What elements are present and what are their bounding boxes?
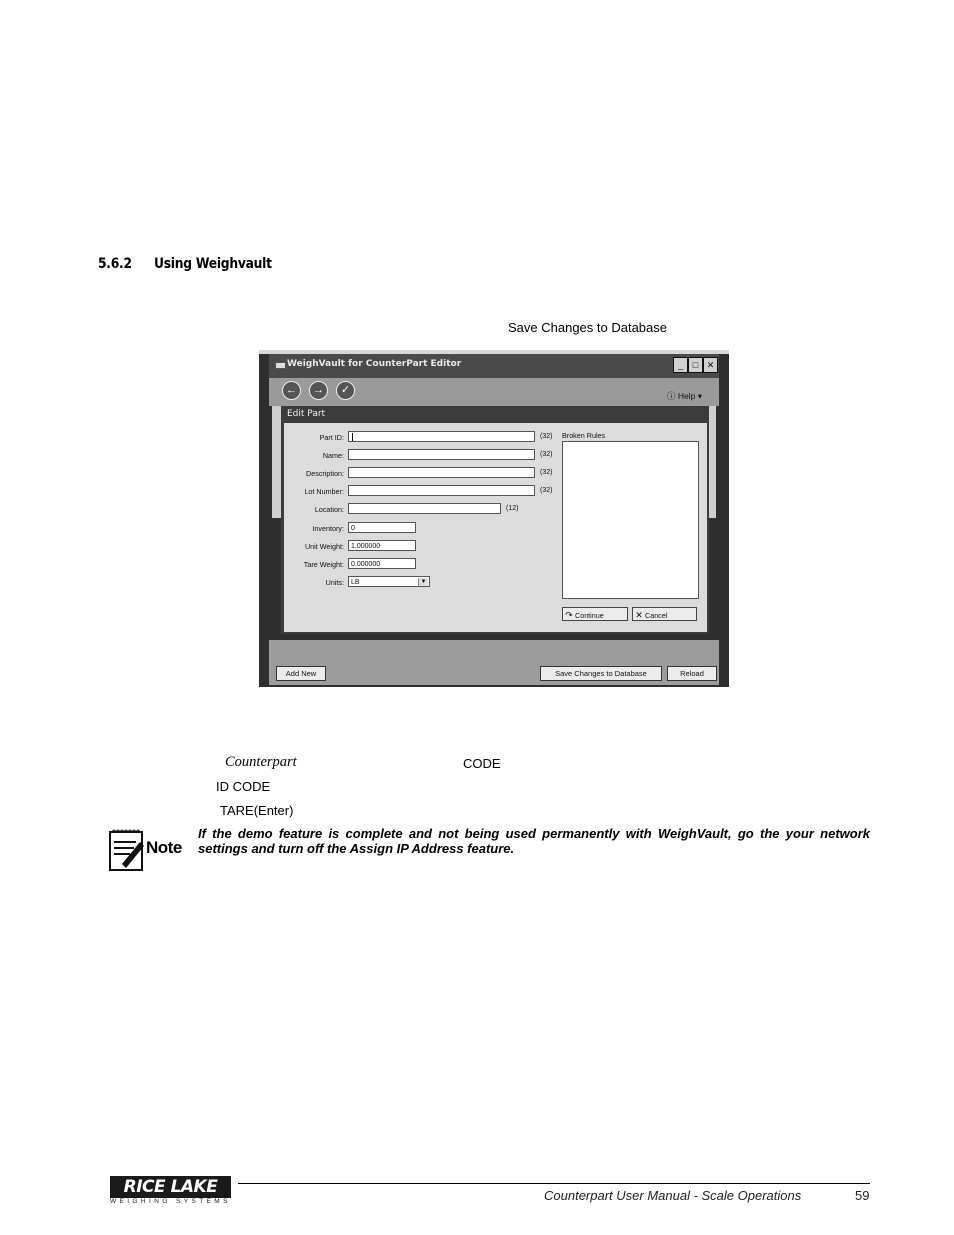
code-key: CODE	[463, 756, 501, 771]
lot-number-input[interactable]	[348, 485, 535, 496]
minimize-button[interactable]: _	[673, 357, 688, 373]
lot-number-label: Lot Number:	[304, 487, 344, 496]
unit-weight-label: Unit Weight:	[304, 542, 344, 551]
add-new-button[interactable]: Add New	[276, 666, 326, 681]
page-number: 59	[855, 1188, 870, 1203]
counterpart-term: Counterpart	[225, 754, 297, 770]
chevron-down-icon: ▾	[697, 391, 703, 401]
toolbar: ← → ✓ ⓘ Help ▾	[269, 378, 719, 406]
inventory-input[interactable]: 0	[348, 522, 416, 533]
help-label: Help	[677, 391, 696, 401]
id-code-key: ID CODE	[216, 779, 271, 794]
footer-rule	[238, 1183, 870, 1184]
bottom-button-bar: Add New Save Changes to Database Reload	[269, 640, 719, 685]
units-label: Units:	[325, 578, 344, 587]
footer-title: Counterpart User Manual - Scale Operatio…	[544, 1188, 802, 1203]
reload-button[interactable]: Reload	[667, 666, 717, 681]
description-input[interactable]	[348, 467, 535, 478]
help-icon: ⓘ	[667, 391, 676, 401]
app-icon	[275, 362, 286, 369]
forward-arrow-icon[interactable]: →	[309, 381, 328, 400]
tare-weight-input[interactable]: 0.000000	[348, 558, 416, 569]
name-label: Name:	[322, 451, 344, 460]
logo-subtitle: WEIGHING SYSTEMS	[110, 1198, 231, 1205]
weighvault-screenshot: WeighVault for CounterPart Editor _ □ ✕ …	[259, 350, 729, 687]
part-id-length: (32)	[540, 433, 553, 440]
tare-weight-label: Tare Weight:	[303, 560, 344, 569]
description-length: (32)	[540, 469, 553, 476]
continue-arrow-icon: ↷	[565, 610, 573, 620]
lead-text: Save Changes to Database	[508, 320, 667, 335]
back-arrow-icon[interactable]: ←	[282, 381, 301, 400]
broken-rules-label: Broken Rules	[562, 431, 606, 440]
units-value: LB	[351, 579, 360, 586]
note-label: Note	[146, 838, 182, 857]
lot-number-length: (32)	[540, 487, 553, 494]
part-id-label: Part ID:	[319, 433, 344, 442]
checkmark-icon[interactable]: ✓	[336, 381, 355, 400]
name-input[interactable]	[348, 449, 535, 460]
window-title-bar: WeighVault for CounterPart Editor _ □ ✕	[269, 354, 719, 379]
location-label: Location:	[314, 505, 344, 514]
dialog-body: Part ID: (32) Name: (32) Description: (3…	[284, 423, 707, 632]
location-length: (12)	[506, 505, 519, 512]
location-input[interactable]	[348, 503, 501, 514]
edit-part-dialog: Edit Part Part ID: (32) Name: (32) Descr…	[281, 406, 709, 634]
save-changes-button[interactable]: Save Changes to Database	[540, 666, 662, 681]
cancel-button[interactable]: ✕ Cancel	[632, 607, 697, 621]
close-icon: ✕	[635, 610, 643, 620]
description-label: Description:	[306, 469, 344, 478]
continue-button[interactable]: ↷ Continue	[562, 607, 628, 621]
part-id-input[interactable]	[348, 431, 535, 442]
maximize-button[interactable]: □	[688, 357, 703, 373]
help-menu[interactable]: ⓘ Help ▾	[667, 390, 702, 402]
cancel-label: Cancel	[645, 611, 668, 620]
rice-lake-logo: RICE LAKE	[110, 1176, 231, 1198]
broken-rules-list	[562, 441, 699, 599]
name-length: (32)	[540, 451, 553, 458]
dialog-title: Edit Part	[287, 409, 326, 419]
close-button[interactable]: ✕	[703, 357, 718, 373]
units-select[interactable]: LB ▼	[348, 576, 430, 587]
note-text: If the demo feature is complete and not …	[198, 826, 870, 856]
tare-enter-key: TARE(Enter)	[220, 803, 294, 818]
continue-label: Continue	[575, 611, 604, 620]
section-number: 5.6.2	[98, 256, 132, 272]
inventory-label: Inventory:	[312, 524, 344, 533]
section-title: Using Weighvault	[154, 256, 272, 272]
unit-weight-input[interactable]: 1.000000	[348, 540, 416, 551]
window-title: WeighVault for CounterPart Editor	[287, 359, 462, 369]
chevron-down-icon[interactable]: ▼	[418, 578, 428, 586]
